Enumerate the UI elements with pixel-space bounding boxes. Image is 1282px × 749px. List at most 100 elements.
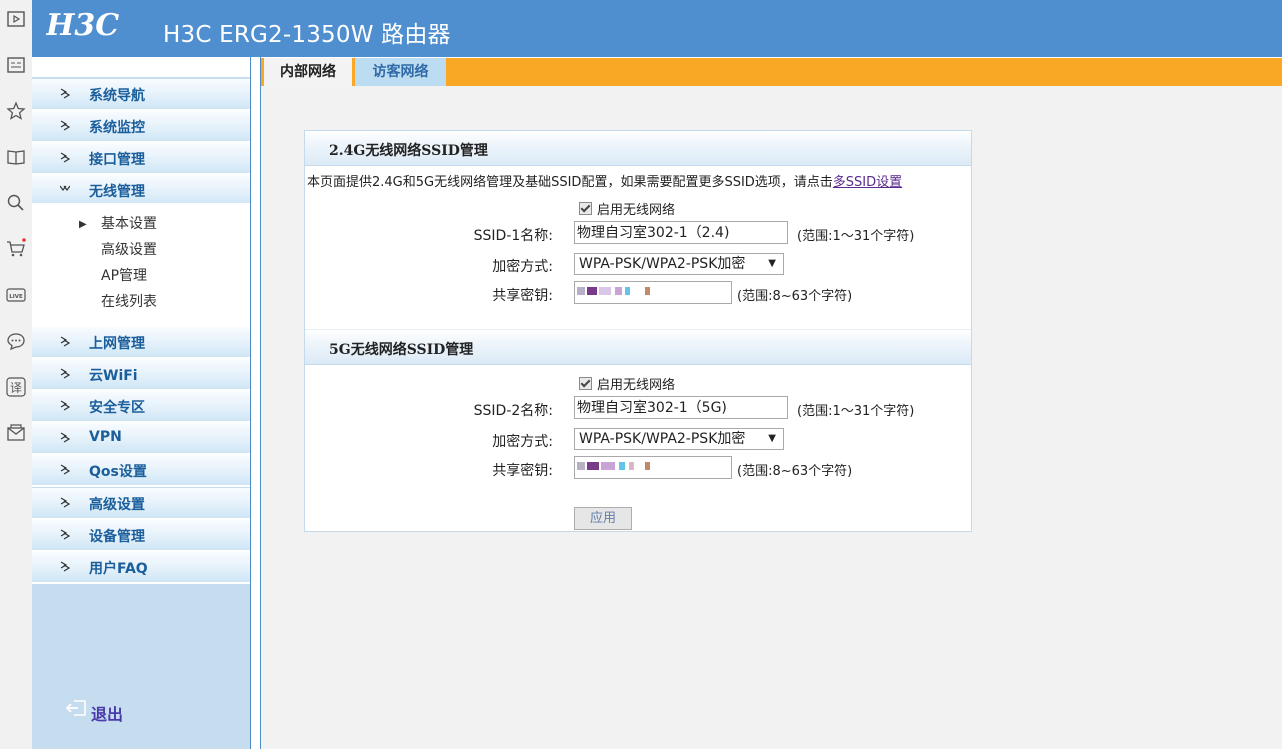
enc2-label: 加密方式: (492, 434, 553, 450)
enable-wireless-24g[interactable]: 启用无线网络 (579, 199, 675, 218)
sidebar-item-cloud-wifi[interactable]: 云WiFi (32, 359, 250, 391)
chevron-right-icon (60, 464, 70, 475)
search-icon[interactable] (5, 192, 27, 214)
tab-guest-network[interactable]: 访客网络 (355, 58, 446, 86)
sidebar-item-label: 设备管理 (89, 529, 145, 545)
browser-side-strip: LIVE 译 (0, 0, 33, 749)
sidebar-item-label: 无线管理 (89, 184, 145, 200)
tab-internal-network[interactable]: 内部网络 (264, 58, 352, 86)
app-header: H3C H3C ERG2-1350W 路由器 (32, 0, 1282, 57)
chevron-right-icon (60, 88, 70, 99)
apply-button[interactable]: 应用 (574, 507, 632, 530)
mail-icon[interactable] (5, 422, 27, 444)
sidebar-item-security[interactable]: 安全专区 (32, 391, 250, 423)
description-text: 本页面提供2.4G和5G无线网络管理及基础SSID配置，如果需要配置更多SSID… (307, 175, 833, 190)
sidebar-item-label: Qos设置 (89, 464, 147, 480)
submenu-item-online-list[interactable]: 在线列表 (101, 291, 157, 311)
ssid-settings-panel: 2.4G无线网络SSID管理 本页面提供2.4G和5G无线网络管理及基础SSID… (304, 130, 972, 532)
sidebar-item-qos[interactable]: Qos设置 (32, 455, 250, 487)
reader-icon[interactable] (5, 54, 27, 76)
router-title: H3C ERG2-1350W 路由器 (163, 22, 451, 48)
masked-key-pixel (587, 287, 597, 295)
masked-key-pixel (599, 287, 611, 295)
sidebar-item-faq[interactable]: 用户FAQ (32, 552, 250, 584)
key2-label: 共享密钥: (492, 463, 553, 479)
sidebar-item-system-nav[interactable]: 系统导航 (32, 79, 250, 111)
svg-text:LIVE: LIVE (9, 294, 23, 300)
sidebar-item-vpn[interactable]: VPN (32, 423, 250, 455)
submenu-item-advanced[interactable]: 高级设置 (101, 239, 157, 259)
arrow-right-icon: ▶ (79, 219, 87, 230)
enc2-select[interactable]: WPA-PSK/WPA2-PSK加密 ▼ (574, 428, 784, 450)
dropdown-arrow-icon: ▼ (768, 258, 776, 269)
sidebar-item-internet[interactable]: 上网管理 (32, 327, 250, 359)
sidebar-item-advanced[interactable]: 高级设置 (32, 488, 250, 520)
masked-key-pixel (577, 462, 585, 470)
tab-bar: 内部网络 访客网络 (261, 57, 1282, 87)
enc1-value: WPA-PSK/WPA2-PSK加密 (579, 256, 746, 272)
sidebar-item-device[interactable]: 设备管理 (32, 520, 250, 552)
masked-key-pixel (619, 462, 625, 470)
book-icon[interactable] (5, 146, 27, 168)
multi-ssid-link[interactable]: 多SSID设置 (833, 175, 902, 190)
live-icon[interactable]: LIVE (5, 284, 27, 306)
sidebar-item-label: 系统监控 (89, 120, 145, 136)
enc1-select[interactable]: WPA-PSK/WPA2-PSK加密 ▼ (574, 253, 784, 275)
page-description: 本页面提供2.4G和5G无线网络管理及基础SSID配置，如果需要配置更多SSID… (307, 171, 902, 190)
sidebar-item-label: 上网管理 (89, 336, 145, 352)
ssid1-hint: (范围:1～31个字符) (797, 229, 915, 244)
sidebar: 系统导航 系统监控 接口管理 无线管理 ▶ 基本设置 高级设置 AP管理 在线列… (32, 57, 251, 749)
chevron-right-icon (60, 561, 70, 572)
main-content: 2.4G无线网络SSID管理 本页面提供2.4G和5G无线网络管理及基础SSID… (261, 86, 1282, 749)
masked-key-pixel (625, 287, 630, 295)
enable-wireless-5g[interactable]: 启用无线网络 (579, 374, 675, 393)
logout-label: 退出 (91, 705, 124, 724)
chevron-down-icon (60, 185, 70, 191)
cart-icon[interactable] (5, 238, 27, 260)
sidebar-gap (251, 57, 260, 749)
section-header-24g: 2.4G无线网络SSID管理 (305, 131, 971, 166)
enc2-value: WPA-PSK/WPA2-PSK加密 (579, 431, 746, 447)
checkbox-checked-icon[interactable] (579, 377, 592, 390)
key1-input[interactable] (574, 281, 732, 304)
masked-key-pixel (645, 462, 650, 470)
ssid2-label: SSID-2名称: (473, 403, 553, 419)
sidebar-item-system-monitor[interactable]: 系统监控 (32, 111, 250, 143)
chat-icon[interactable] (5, 330, 27, 352)
key2-hint: (范围:8~63个字符) (737, 464, 853, 479)
key1-label: 共享密钥: (492, 288, 553, 304)
sidebar-item-label: 高级设置 (89, 497, 145, 513)
chevron-right-icon (60, 368, 70, 379)
h3c-logo: H3C (46, 8, 119, 42)
star-icon[interactable] (5, 100, 27, 122)
enable-label: 启用无线网络 (597, 378, 676, 393)
svg-text:译: 译 (10, 381, 22, 395)
chevron-right-icon (60, 336, 70, 347)
masked-key-pixel (645, 287, 650, 295)
sidebar-item-interface[interactable]: 接口管理 (32, 143, 250, 175)
chevron-right-icon (60, 120, 70, 131)
enable-label: 启用无线网络 (597, 203, 676, 218)
submenu-item-ap[interactable]: AP管理 (101, 265, 147, 285)
ssid2-input[interactable]: 物理自习室302-1（5G) (574, 396, 788, 419)
sidebar-item-label: 用户FAQ (89, 561, 148, 577)
submenu-item-basic[interactable]: ▶ 基本设置 (32, 213, 250, 233)
key2-input[interactable] (574, 456, 732, 479)
video-icon[interactable] (5, 8, 27, 30)
chevron-right-icon (60, 432, 70, 443)
sidebar-top-spacer (32, 57, 250, 77)
checkbox-checked-icon[interactable] (579, 202, 592, 215)
section-title-24g: 2.4G无线网络SSID管理 (329, 143, 488, 159)
sidebar-item-label: 接口管理 (89, 152, 145, 168)
chevron-right-icon (60, 497, 70, 508)
ssid1-input[interactable]: 物理自习室302-1（2.4) (574, 221, 788, 244)
ssid2-hint: (范围:1～31个字符) (797, 404, 915, 419)
enc1-label: 加密方式: (492, 259, 553, 275)
wireless-submenu: ▶ 基本设置 高级设置 AP管理 在线列表 (32, 203, 250, 331)
masked-key-pixel (587, 462, 599, 470)
masked-key-pixel (629, 462, 634, 470)
section-header-5g: 5G无线网络SSID管理 (305, 329, 971, 365)
submenu-item-label: 基本设置 (101, 216, 157, 232)
chevron-right-icon (60, 152, 70, 163)
translate-icon[interactable]: 译 (5, 376, 27, 398)
